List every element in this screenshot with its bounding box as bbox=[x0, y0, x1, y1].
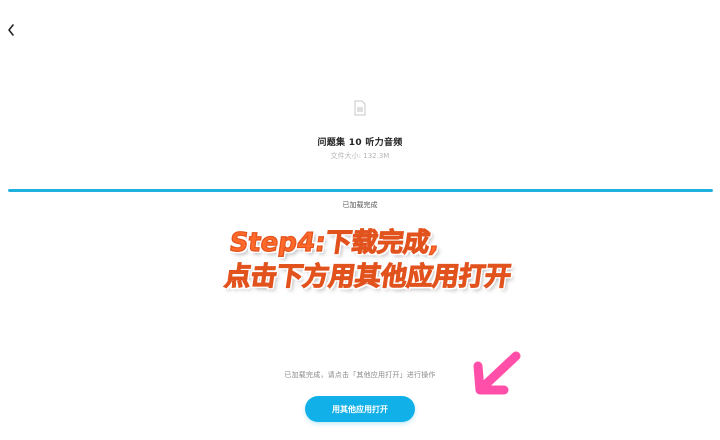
file-size: 文件大小: 132.3M bbox=[330, 152, 390, 160]
open-with-other-app-button[interactable]: 用其他应用打开 bbox=[305, 396, 415, 422]
hint-text: 已加载完成，请点击「其他应用打开」进行操作 bbox=[284, 371, 436, 379]
download-status: 已加载完成 bbox=[342, 201, 378, 209]
file-icon bbox=[354, 100, 366, 116]
tutorial-caption-line-2: 点击下方用其他应用打开 bbox=[222, 261, 513, 292]
chevron-left-icon bbox=[8, 24, 14, 36]
download-progress-bar bbox=[8, 189, 713, 192]
tutorial-caption: Step4:下载完成, 点击下方用其他应用打开 bbox=[222, 226, 518, 294]
file-name: 问题集 10 听力音频 bbox=[317, 138, 403, 148]
tutorial-caption-line-1: Step4:下载完成, bbox=[227, 227, 442, 258]
download-progress-fill bbox=[8, 189, 713, 192]
back-button[interactable] bbox=[2, 18, 20, 42]
status-bar bbox=[0, 0, 720, 6]
